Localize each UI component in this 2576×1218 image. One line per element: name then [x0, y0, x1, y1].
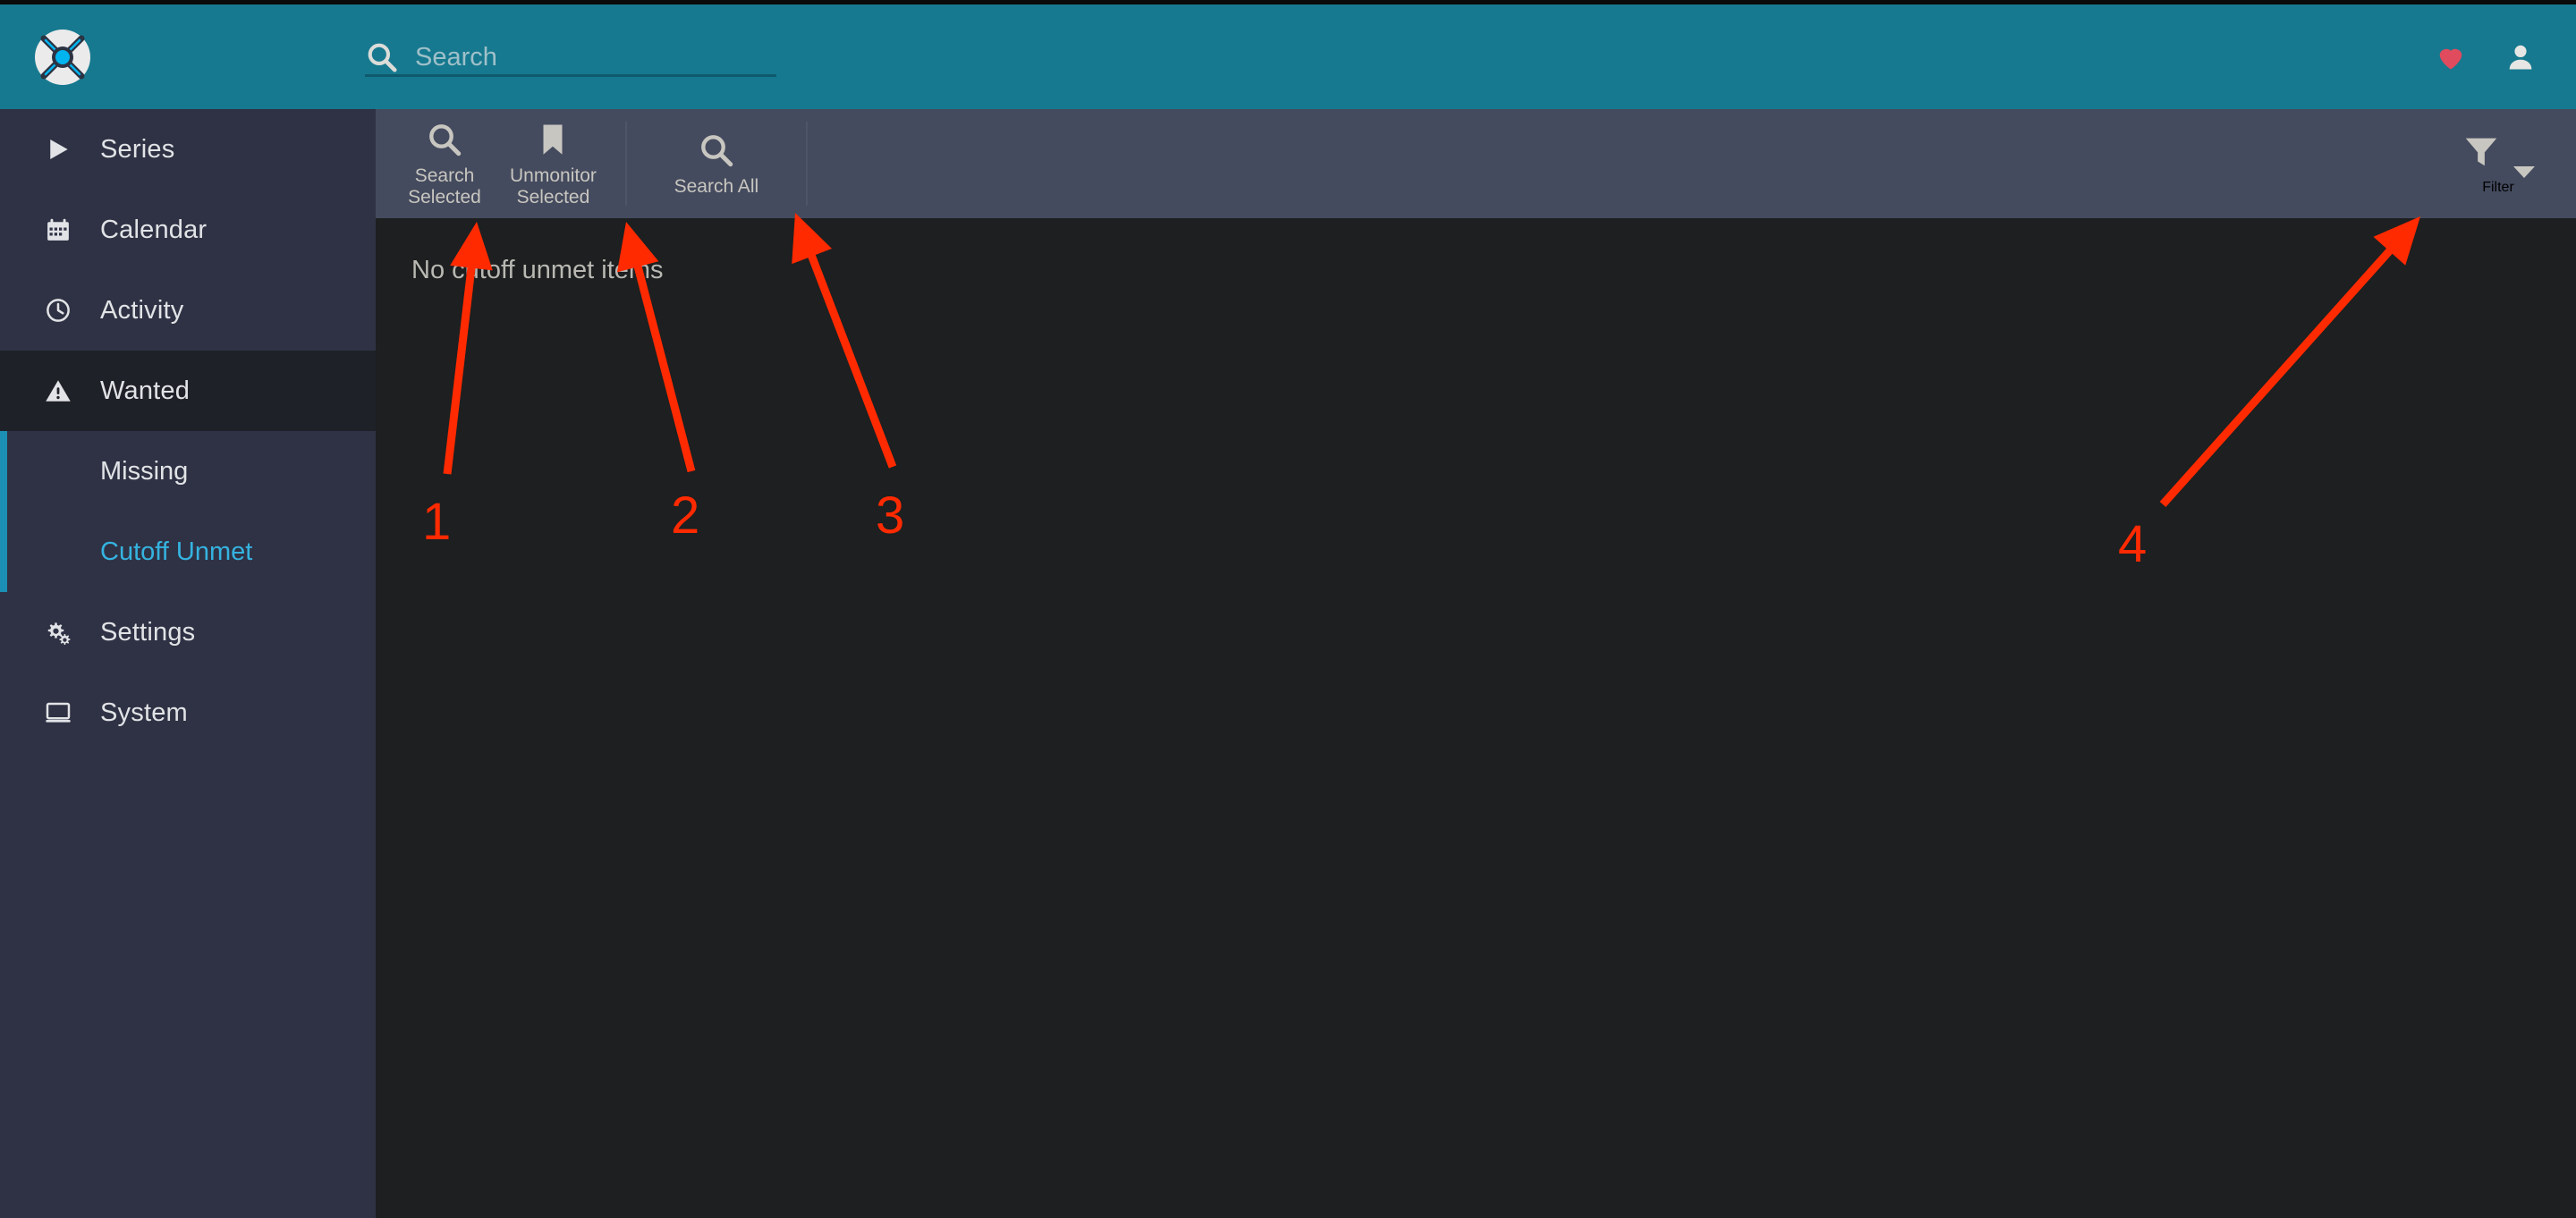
monitor-icon: [43, 698, 73, 728]
sidebar-item-series[interactable]: Series: [0, 109, 376, 190]
unmonitor-selected-button[interactable]: Unmonitor Selected: [497, 109, 609, 218]
header-actions: [2435, 41, 2537, 73]
search-underline: [365, 74, 776, 77]
sonarr-logo-icon[interactable]: [34, 29, 91, 86]
sidebar: Series Calendar Activity Wanted Missing …: [0, 109, 376, 1218]
sidebar-item-calendar[interactable]: Calendar: [0, 190, 376, 270]
main-content: No cutoff unmet items: [376, 218, 2576, 1218]
app-header: [0, 4, 2576, 109]
user-icon[interactable]: [2504, 41, 2537, 73]
toolbar-button-label: Unmonitor Selected: [510, 165, 597, 207]
sidebar-group-wanted: Wanted Missing Cutoff Unmet: [0, 351, 376, 592]
sidebar-item-system[interactable]: System: [0, 672, 376, 753]
toolbar-separator: [624, 122, 627, 206]
sidebar-subitem-cutoff-unmet[interactable]: Cutoff Unmet: [0, 512, 376, 592]
search-icon: [365, 40, 399, 74]
search-input[interactable]: [415, 42, 755, 72]
search-all-button[interactable]: Search All: [636, 109, 797, 218]
sidebar-item-label: Calendar: [100, 215, 208, 244]
search-icon: [426, 119, 463, 158]
toolbar-button-label: Search Selected: [408, 165, 481, 207]
filter-label: Filter: [2482, 179, 2514, 195]
bookmark-icon: [534, 119, 572, 158]
sidebar-item-activity[interactable]: Activity: [0, 270, 376, 351]
toolbar-separator: [805, 122, 808, 206]
sidebar-item-label: System: [100, 698, 188, 727]
toolbar-button-label: Search All: [674, 176, 759, 198]
warning-triangle-icon: [43, 376, 73, 406]
sidebar-item-wanted[interactable]: Wanted: [0, 351, 376, 431]
sidebar-subitem-label: Cutoff Unmet: [100, 537, 253, 566]
sidebar-item-label: Wanted: [100, 376, 191, 405]
search-selected-button[interactable]: Search Selected: [392, 109, 497, 218]
gears-icon: [43, 617, 73, 647]
sidebar-subitem-missing[interactable]: Missing: [0, 431, 376, 512]
filter-icon-row: [2462, 132, 2535, 178]
sidebar-item-label: Activity: [100, 295, 184, 325]
play-triangle-icon: [43, 134, 73, 165]
clock-icon: [43, 295, 73, 326]
search-icon: [698, 130, 735, 169]
sonarr-app-window: Series Calendar: [0, 0, 2576, 1218]
filter-button[interactable]: Filter: [2462, 109, 2535, 218]
empty-state-message: No cutoff unmet items: [411, 256, 664, 284]
heart-icon[interactable]: [2435, 41, 2467, 73]
page-toolbar: Search Selected Unmonitor Selected Searc…: [376, 109, 2576, 218]
calendar-icon: [43, 215, 73, 245]
sidebar-item-label: Series: [100, 134, 175, 164]
sidebar-item-settings[interactable]: Settings: [0, 592, 376, 672]
global-search[interactable]: [365, 28, 776, 87]
sidebar-item-label: Settings: [100, 617, 196, 647]
funnel-icon: [2462, 132, 2501, 176]
sidebar-subitem-label: Missing: [100, 456, 189, 486]
chevron-down-icon: [2513, 165, 2535, 178]
